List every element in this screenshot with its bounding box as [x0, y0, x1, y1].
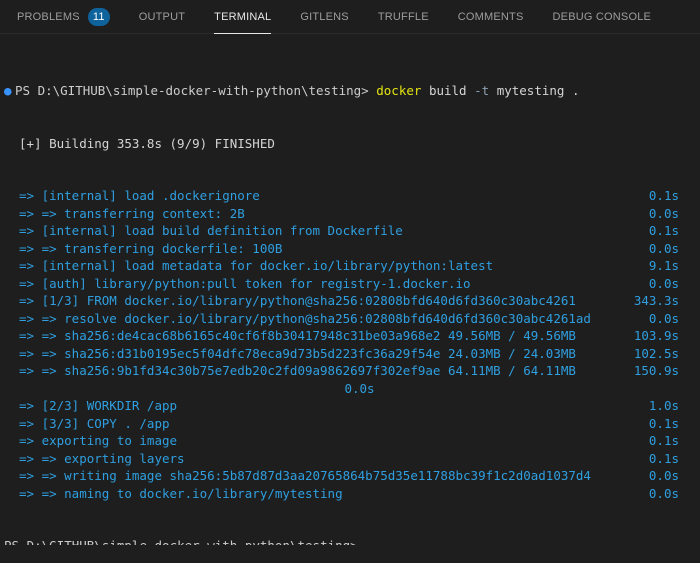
build-log-text: => exporting to image [19, 433, 178, 448]
tab-label: TERMINAL [214, 10, 272, 23]
build-log-time: 0.1s [648, 450, 679, 466]
command-name: docker [376, 83, 422, 98]
terminal-output[interactable]: ● PS D:\GITHUB\simple-docker-with-python\… [0, 34, 700, 563]
tab-label: DEBUG CONSOLE [552, 10, 652, 23]
build-log-text: => => transferring dockerfile: 100B [19, 240, 283, 256]
build-log-line: => => naming to docker.io/library/mytest… [4, 485, 700, 503]
build-log-line: => [internal] load metadata for docker.i… [4, 257, 700, 275]
build-log-text: => [1/3] FROM docker.io/library/python@s… [19, 293, 576, 308]
build-log-time: 103.9s [633, 328, 679, 343]
build-log-text: => => transferring context: 2B [19, 205, 245, 221]
command-line: ● PS D:\GITHUB\simple-docker-with-python\… [4, 82, 700, 100]
build-log-time: 0.0s [648, 240, 679, 256]
build-log-text: => [internal] load metadata for docker.i… [19, 258, 494, 273]
tab-label: PROBLEMS [17, 10, 80, 23]
build-log-line: => => sha256:9b1fd34c30b75e7edb20c2fd09a… [4, 362, 700, 380]
build-log-text: => => resolve docker.io/library/python@s… [19, 310, 591, 326]
build-log-line: => => resolve docker.io/library/python@s… [4, 310, 700, 328]
command-status-dot-icon: ● [4, 83, 12, 98]
build-log-line: => [1/3] FROM docker.io/library/python@s… [4, 292, 700, 310]
build-log-text: => => exporting layers [19, 450, 185, 466]
problems-count-badge: 11 [87, 7, 110, 26]
build-log-time: 0.0s [648, 468, 679, 483]
build-log-text: => => sha256:de4cac68b6165c40cf6f8b30417… [19, 328, 576, 343]
command-argument: mytesting . [496, 83, 580, 98]
build-log-text: => => sha256:9b1fd34c30b75e7edb20c2fd09a… [19, 363, 576, 378]
build-log-text: => [auth] library/python:pull token for … [19, 275, 471, 291]
build-log-line: => => transferring dockerfile: 100B 0.0s [4, 240, 700, 258]
build-log-text: => => sha256:d31b0195ec5f04dfc78eca9d73b… [19, 345, 576, 361]
build-log-line: => => transferring context: 2B 0.0s [4, 205, 700, 223]
build-log-time: 0.0s [648, 485, 679, 501]
build-log-time: 150.9s [633, 363, 679, 378]
command-flag: -t [474, 83, 490, 98]
build-log-line: => [3/3] COPY . /app 0.1s [4, 415, 700, 433]
build-summary-line: [+] Building 353.8s (9/9) FINISHED [19, 135, 275, 151]
build-log: => [internal] load .dockerignore 0.1s => =… [4, 187, 700, 502]
build-log-line: => => exporting layers 0.1s [4, 450, 700, 468]
tab-label: TRUFFLE [377, 10, 429, 23]
build-log-text: => => writing image sha256:5b87d87d3aa20… [19, 468, 591, 483]
build-log-time: 9.1s [648, 258, 679, 273]
build-log-time: 0.0s [648, 205, 679, 221]
build-log-text: => [3/3] COPY . /app [19, 415, 170, 431]
build-log-text: => => naming to docker.io/library/mytest… [19, 485, 343, 501]
build-log-line: => => sha256:d31b0195ec5f04dfc78eca9d73b… [4, 345, 700, 363]
build-log-line: => [internal] load .dockerignore 0.1s [4, 187, 700, 205]
command-subcommand: build [428, 83, 467, 98]
build-log-line: => [internal] load build definition from… [4, 222, 700, 240]
build-log-line: => exporting to image 0.1s [4, 432, 700, 450]
tab-label: COMMENTS [457, 10, 524, 23]
tab-problems[interactable]: PROBLEMS 11 [17, 0, 110, 34]
build-log-time: 102.5s [633, 345, 679, 361]
tab-output[interactable]: OUTPUT [139, 0, 185, 34]
tab-terminal[interactable]: TERMINAL [214, 0, 272, 34]
tab-comments[interactable]: COMMENTS [458, 0, 524, 34]
panel-tab-bar: PROBLEMS 11 OUTPUT TERMINAL GITLENS TRUF… [0, 0, 700, 34]
build-log-line: => => sha256:de4cac68b6165c40cf6f8b30417… [4, 327, 700, 345]
tab-label: OUTPUT [138, 10, 186, 23]
build-log-line: 0.0s [4, 380, 700, 398]
build-log-time: 0.0s [648, 310, 679, 326]
build-log-time: 343.3s [633, 293, 679, 308]
tab-label: GITLENS [300, 10, 349, 23]
build-log-time: 0.1s [648, 188, 679, 203]
build-log-time: 0.0s [648, 275, 679, 291]
build-log-time: 0.1s [648, 433, 679, 448]
next-prompt-line: PS D:\GITHUB\simple-docker-with-python\t… [4, 537, 700, 545]
build-log-line: => [auth] library/python:pull token for … [4, 275, 700, 293]
terminal-prompt: PS D:\GITHUB\simple-docker-with-python\t… [15, 83, 369, 98]
tab-truffle[interactable]: TRUFFLE [378, 0, 429, 34]
build-log-time: 0.0s [344, 380, 375, 396]
build-log-text: => [internal] load .dockerignore [19, 188, 260, 203]
build-log-time: 0.1s [648, 415, 679, 431]
build-log-time: 0.1s [648, 223, 679, 238]
tab-gitlens[interactable]: GITLENS [300, 0, 348, 34]
build-log-line: => => writing image sha256:5b87d87d3aa20… [4, 467, 700, 485]
build-log-text: => [internal] load build definition from… [19, 223, 403, 238]
tab-debug-console[interactable]: DEBUG CONSOLE [553, 0, 652, 34]
